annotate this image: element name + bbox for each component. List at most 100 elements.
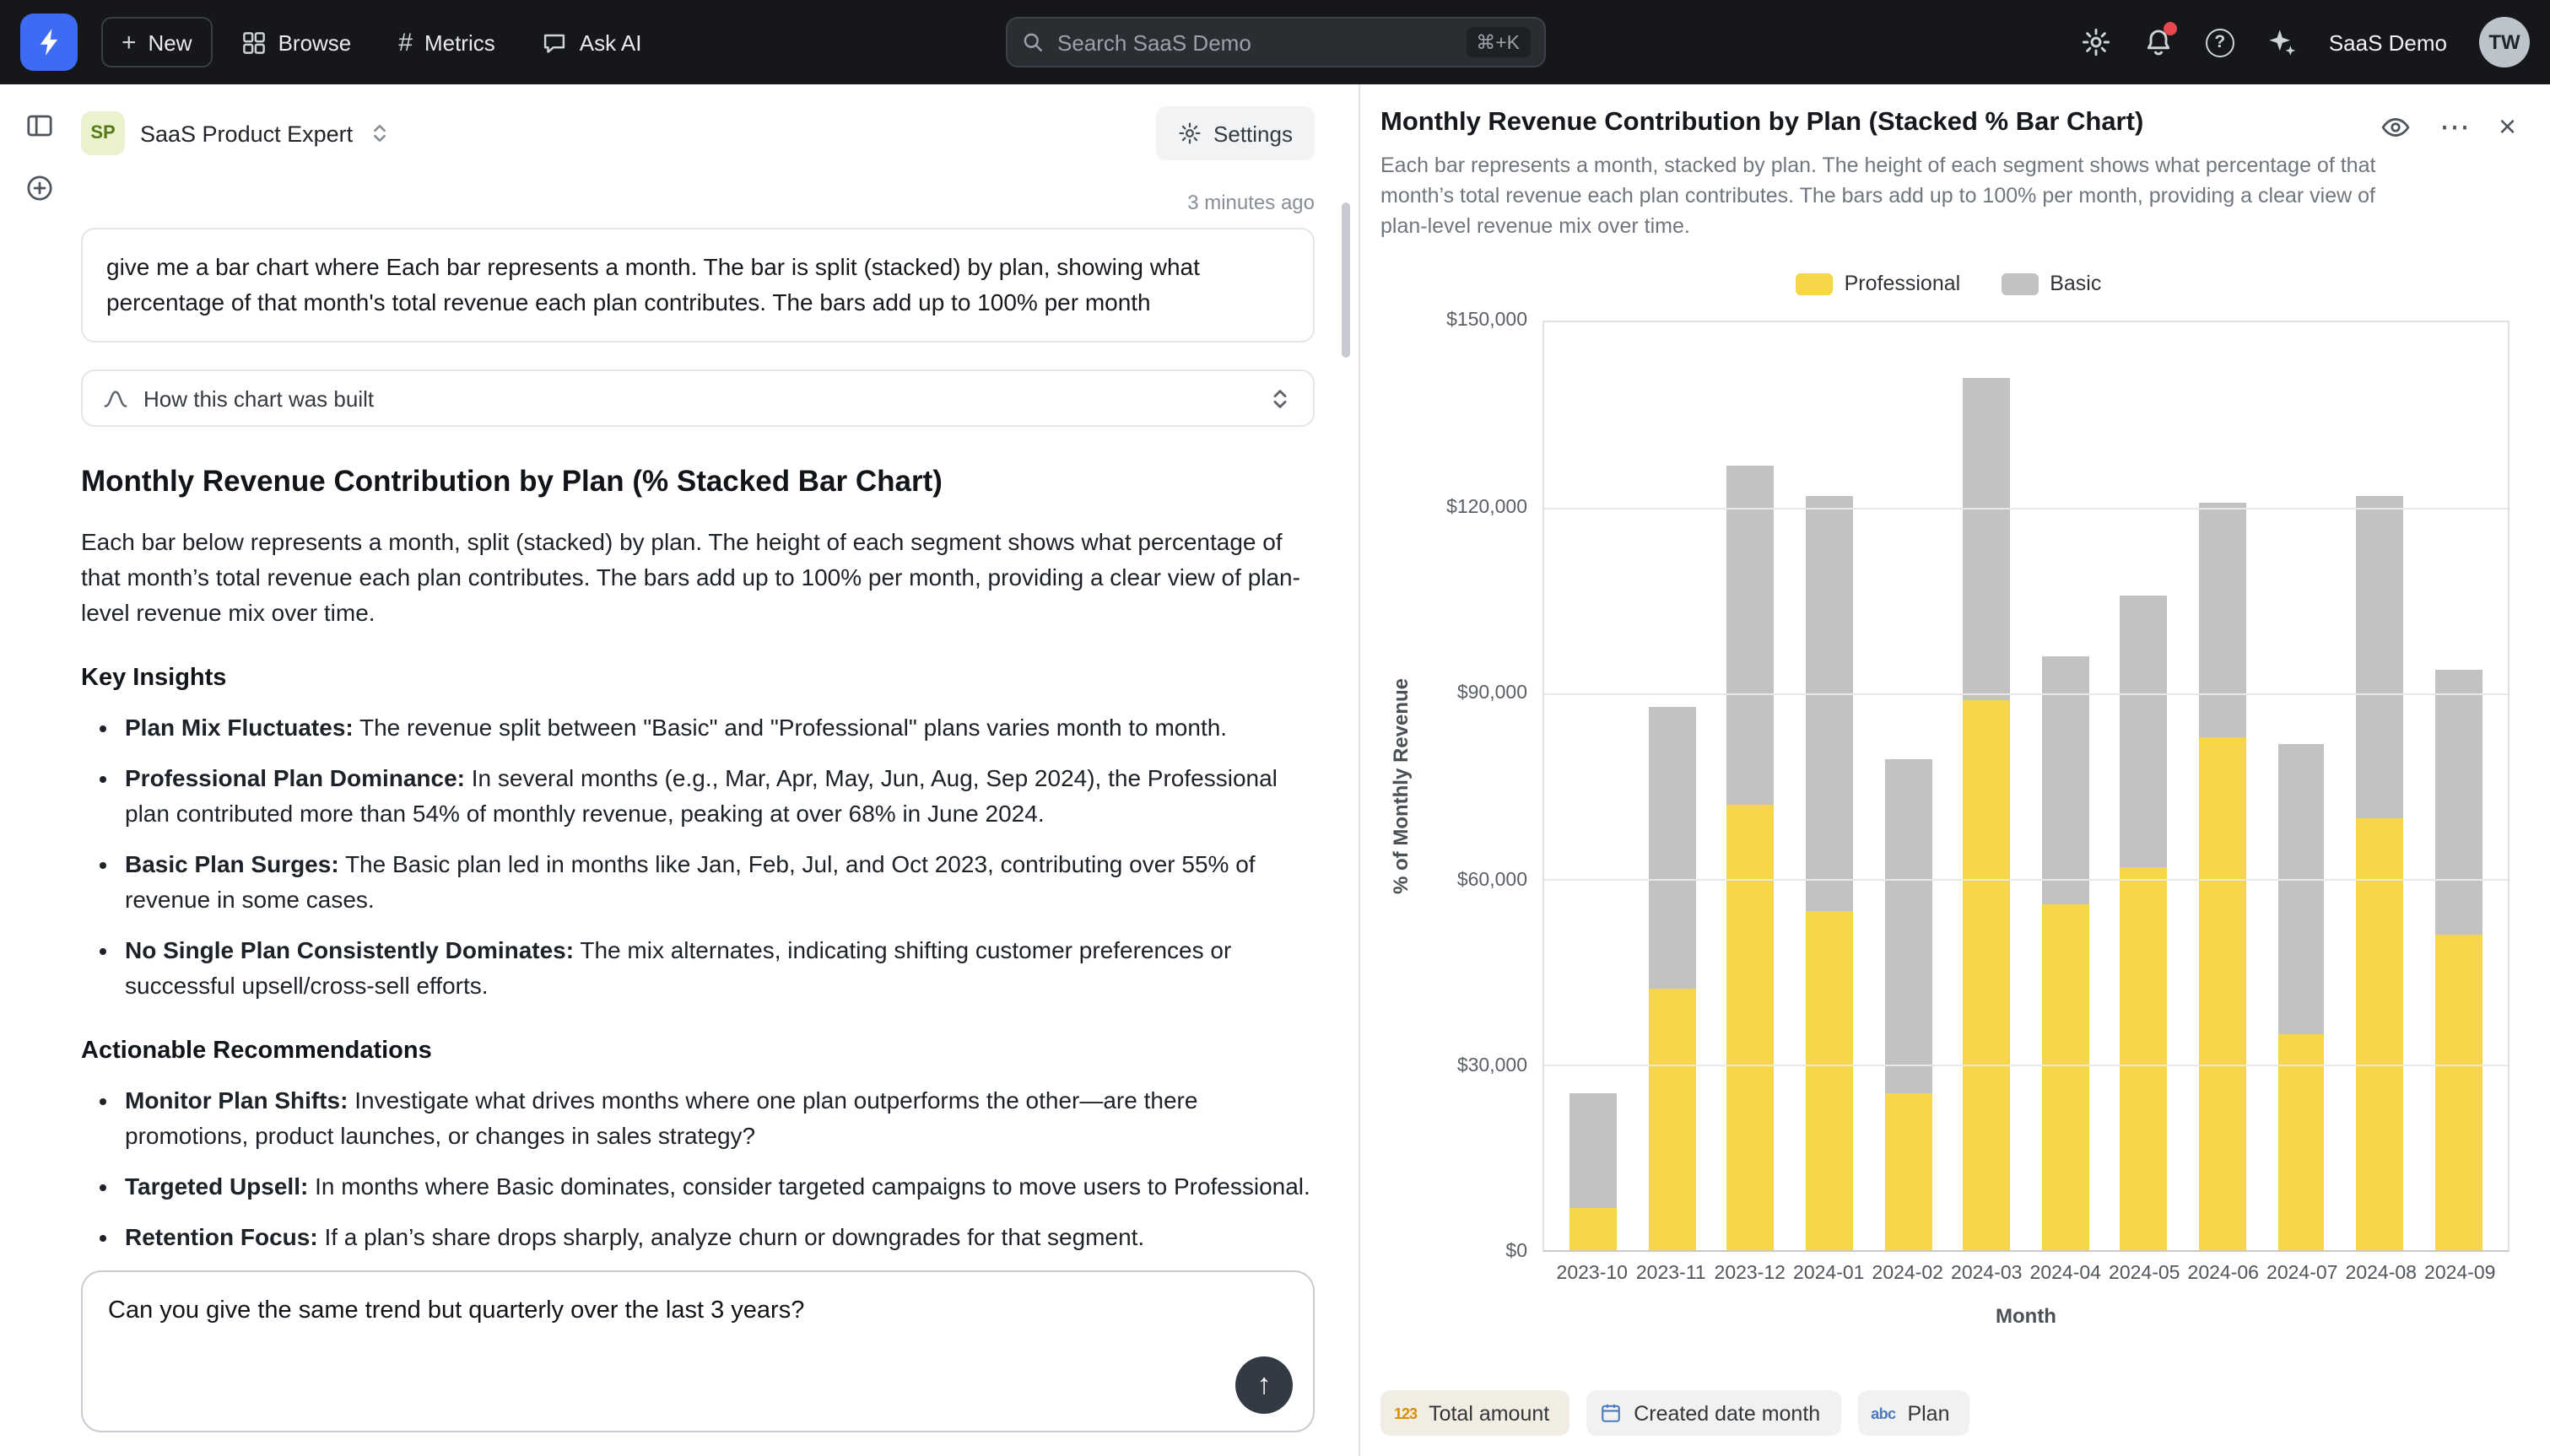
sidebar-toggle-button[interactable]	[24, 111, 53, 140]
field-pill-plan[interactable]: abcPlan	[1857, 1390, 1969, 1436]
chart-title: Monthly Revenue Contribution by Plan (St…	[1380, 108, 2382, 138]
legend-item-basic[interactable]: Basic	[2001, 272, 2101, 296]
segment-basic[interactable]	[2356, 496, 2403, 817]
segment-professional[interactable]	[2434, 936, 2482, 1251]
user-avatar[interactable]: TW	[2479, 17, 2530, 67]
project-switcher[interactable]: SaaS Demo	[2329, 30, 2447, 55]
segment-professional[interactable]	[1806, 910, 1853, 1250]
search-placeholder: Search SaaS Demo	[1057, 30, 1251, 55]
list-item: Retention Focus: If a plan’s share drops…	[125, 1220, 1315, 1254]
segment-basic[interactable]	[1963, 379, 2010, 700]
close-panel-button[interactable]: ×	[2499, 111, 2516, 142]
x-tick-label: 2024-07	[2263, 1265, 2342, 1285]
chat-column: SP SaaS Product Expert Se	[78, 84, 1359, 1456]
bar-2024-05[interactable]	[2104, 323, 2183, 1251]
bar-2023-11[interactable]	[1633, 323, 1711, 1251]
bar-2024-04[interactable]	[2026, 323, 2104, 1251]
x-tick-label: 2023-11	[1632, 1265, 1711, 1285]
app-logo[interactable]	[20, 13, 78, 71]
preview-chart-button[interactable]	[2382, 112, 2411, 141]
chat-scrollbar[interactable]	[1342, 202, 1350, 358]
bar-2024-02[interactable]	[1869, 323, 1948, 1251]
more-options-button[interactable]: ⋯	[2439, 111, 2470, 142]
segment-professional[interactable]	[2356, 817, 2403, 1250]
bar-2023-12[interactable]	[1711, 323, 1790, 1251]
bar-2024-07[interactable]	[2261, 323, 2340, 1251]
metrics-button[interactable]: # Metrics	[380, 17, 513, 67]
search-input[interactable]: Search SaaS Demo ⌘+K	[1005, 17, 1545, 67]
agent-selector[interactable]: SP SaaS Product Expert	[81, 111, 392, 155]
browse-button[interactable]: Browse	[223, 17, 370, 67]
bars-row	[1544, 323, 2508, 1251]
settings-nav-button[interactable]	[2081, 27, 2111, 57]
key-insights-list: Plan Mix Fluctuates: The revenue split b…	[81, 710, 1315, 1004]
field-pill-total-amount[interactable]: 123Total amount	[1380, 1390, 1569, 1436]
segment-basic[interactable]	[1806, 496, 1853, 910]
y-tick-label: $0	[1505, 1243, 1527, 1263]
bar-2024-06[interactable]	[2183, 323, 2261, 1251]
bar-2024-09[interactable]	[2419, 323, 2498, 1251]
segment-basic[interactable]	[2199, 502, 2246, 737]
y-tick-label: $60,000	[1457, 870, 1527, 890]
y-tick-label: $120,000	[1446, 498, 1527, 518]
sidebar-toggle-icon	[24, 111, 53, 140]
segment-professional[interactable]	[1884, 1093, 1931, 1251]
x-tick-label: 2024-05	[2105, 1265, 2185, 1285]
segment-basic[interactable]	[1570, 1093, 1618, 1208]
x-axis-labels: 2023-102023-112023-122024-012024-022024-…	[1542, 1265, 2509, 1285]
segment-basic[interactable]	[2434, 669, 2482, 935]
agent-avatar: SP	[81, 111, 125, 155]
ask-ai-button[interactable]: Ask AI	[524, 17, 661, 67]
lightning-bolt-icon	[34, 27, 64, 57]
segment-professional[interactable]	[1570, 1207, 1618, 1250]
chart-panel: Monthly Revenue Contribution by Plan (St…	[1360, 84, 2550, 1456]
notifications-button[interactable]	[2143, 27, 2174, 57]
chat-input-box[interactable]: Can you give the same trend but quarterl…	[81, 1270, 1315, 1432]
segment-professional[interactable]	[2120, 867, 2168, 1251]
top-navbar: + New Browse # Metrics Ask AI	[0, 0, 2550, 84]
send-button[interactable]: ↑	[1235, 1356, 1293, 1414]
browse-button-label: Browse	[278, 30, 352, 55]
chart-header-actions: ⋯ ×	[2382, 108, 2516, 142]
plot-area	[1542, 321, 2509, 1253]
ask-ai-button-label: Ask AI	[580, 30, 642, 55]
message-thread: 3 minutes ago give me a bar chart where …	[81, 174, 1315, 1254]
segment-basic[interactable]	[2277, 743, 2325, 1034]
agent-settings-button[interactable]: Settings	[1156, 106, 1315, 160]
recommendations-list: Monitor Plan Shifts: Investigate what dr…	[81, 1083, 1315, 1254]
bar-2024-08[interactable]	[2341, 323, 2419, 1251]
segment-basic[interactable]	[1649, 706, 1696, 988]
chart-built-icon	[103, 386, 128, 411]
legend-item-professional[interactable]: Professional	[1796, 272, 1961, 296]
segment-professional[interactable]	[2042, 904, 2089, 1251]
new-thread-icon	[24, 174, 53, 202]
chevron-updown-icon	[1267, 386, 1293, 411]
segment-professional[interactable]	[1727, 806, 1775, 1251]
segment-basic[interactable]	[1884, 759, 1931, 1093]
bar-2024-03[interactable]	[1948, 323, 2026, 1251]
segment-professional[interactable]	[2199, 737, 2246, 1251]
stacked-bar	[1649, 323, 1696, 1251]
segment-basic[interactable]	[1727, 465, 1775, 805]
chart-legend: Professional Basic	[1380, 272, 2516, 296]
field-pill-label: Plan	[1907, 1401, 1949, 1425]
how-built-toggle[interactable]: How this chart was built	[81, 369, 1315, 427]
chevron-updown-icon	[368, 121, 392, 145]
help-button[interactable]: ?	[2206, 28, 2234, 57]
y-tick-label: $90,000	[1457, 683, 1527, 704]
field-pill-label: Created date month	[1634, 1401, 1820, 1425]
metrics-button-label: Metrics	[424, 30, 495, 55]
list-item: Professional Plan Dominance: In several …	[125, 761, 1315, 832]
legend-label: Professional	[1845, 272, 1961, 296]
segment-basic[interactable]	[2120, 595, 2168, 867]
new-button[interactable]: + New	[101, 17, 213, 67]
gear-icon	[1178, 121, 1202, 145]
bar-2023-10[interactable]	[1554, 323, 1633, 1251]
field-pill-created-date-month[interactable]: Created date month	[1586, 1390, 1840, 1436]
segment-professional[interactable]	[1649, 988, 1696, 1251]
bar-2024-01[interactable]	[1790, 323, 1868, 1251]
segment-professional[interactable]	[1963, 700, 2010, 1251]
ai-hub-button[interactable]	[2266, 27, 2297, 57]
chat-input[interactable]: Can you give the same trend but quarterl…	[108, 1294, 1288, 1329]
new-thread-button[interactable]	[24, 174, 53, 202]
